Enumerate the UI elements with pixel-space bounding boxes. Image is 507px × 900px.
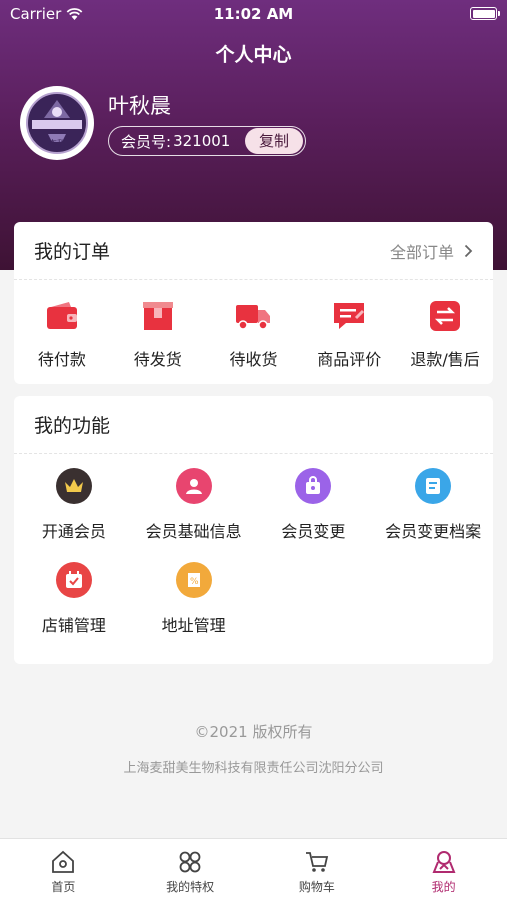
functions-header: 我的功能 bbox=[14, 396, 493, 454]
order-pending-payment[interactable]: 待付款 bbox=[14, 298, 110, 370]
func-address-management[interactable]: % 地址管理 bbox=[134, 562, 254, 636]
tab-mine[interactable]: 我的 bbox=[380, 839, 507, 900]
func-member-info[interactable]: 会员基础信息 bbox=[134, 468, 254, 542]
order-label: 待付款 bbox=[37, 350, 86, 369]
calendar-icon bbox=[55, 562, 92, 598]
func-label: 会员变更 bbox=[281, 522, 346, 541]
orders-card: 我的订单 全部订单 待付款 待发货 待收货 商品评价 退款/售后 bbox=[14, 222, 493, 384]
order-pending-shipment[interactable]: 待发货 bbox=[110, 298, 206, 370]
orders-header: 我的订单 全部订单 bbox=[14, 222, 493, 280]
copy-button[interactable]: 复制 bbox=[244, 128, 303, 154]
func-label: 店铺管理 bbox=[41, 616, 106, 635]
box-icon bbox=[140, 298, 176, 334]
svg-text:%: % bbox=[190, 577, 199, 587]
refund-icon bbox=[427, 298, 463, 334]
order-refund[interactable]: 退款/售后 bbox=[397, 298, 493, 370]
func-label: 会员基础信息 bbox=[145, 522, 242, 541]
review-icon bbox=[331, 298, 367, 334]
tab-home[interactable]: 首页 bbox=[0, 839, 127, 900]
page-title: 个人中心 bbox=[215, 44, 292, 66]
member-number-label: 会员号: bbox=[121, 132, 172, 151]
member-number-pill: 会员号: 321001 复制 bbox=[108, 126, 306, 156]
order-label: 商品评价 bbox=[317, 350, 382, 369]
func-member-archive[interactable]: 会员变更档案 bbox=[373, 468, 493, 542]
func-store-management[interactable]: 店铺管理 bbox=[14, 562, 134, 636]
tab-cart[interactable]: 购物车 bbox=[254, 839, 381, 900]
tab-label: 首页 bbox=[51, 880, 76, 894]
order-label: 待发货 bbox=[133, 350, 182, 369]
order-pending-receipt[interactable]: 待收货 bbox=[206, 298, 302, 370]
battery-icon bbox=[470, 7, 500, 20]
functions-title: 我的功能 bbox=[34, 415, 111, 437]
copyright-text: ©2021 版权所有 bbox=[194, 723, 313, 741]
order-review[interactable]: 商品评价 bbox=[301, 298, 397, 370]
status-bar: Carrier 11:02 AM bbox=[0, 0, 507, 28]
profile-section: 杏甜 叶秋晨 会员号: 321001 复制 bbox=[20, 86, 306, 160]
crown-icon bbox=[55, 468, 92, 504]
func-label: 开通会员 bbox=[41, 522, 106, 541]
member-change-icon bbox=[295, 468, 332, 504]
order-label: 待收货 bbox=[229, 350, 278, 369]
chevron-right-icon bbox=[464, 244, 473, 257]
archive-icon bbox=[415, 468, 452, 504]
avatar[interactable]: 杏甜 bbox=[20, 86, 94, 160]
wallet-icon bbox=[44, 298, 80, 334]
avatar-logo: 杏甜 bbox=[26, 92, 88, 154]
company-name: 上海麦甜美生物科技有限责任公司沈阳分公司 bbox=[123, 761, 384, 776]
orders-title: 我的订单 bbox=[34, 241, 111, 263]
order-label: 退款/售后 bbox=[410, 350, 480, 369]
func-label: 会员变更档案 bbox=[385, 522, 482, 541]
member-info-icon bbox=[175, 468, 212, 504]
tab-label: 购物车 bbox=[298, 880, 335, 894]
coupon-icon: % bbox=[175, 562, 212, 598]
status-time: 11:02 AM bbox=[213, 5, 294, 23]
user-icon bbox=[430, 848, 458, 876]
all-orders-link[interactable]: 全部订单 bbox=[390, 239, 473, 263]
member-number-value: 321001 bbox=[173, 132, 231, 150]
func-member-change[interactable]: 会员变更 bbox=[254, 468, 374, 542]
all-orders-label: 全部订单 bbox=[389, 242, 454, 262]
user-name: 叶秋晨 bbox=[108, 94, 171, 118]
tab-bar: 首页 我的特权 购物车 我的 bbox=[0, 838, 507, 900]
truck-icon bbox=[235, 298, 271, 334]
cart-icon bbox=[303, 848, 331, 876]
tab-privileges[interactable]: 我的特权 bbox=[127, 839, 254, 900]
functions-card: 我的功能 开通会员 会员基础信息 会员变更 会员变更档案 店铺管理 % 地址管理 bbox=[14, 396, 493, 664]
tab-label: 我的 bbox=[431, 880, 456, 894]
tab-label: 我的特权 bbox=[166, 880, 215, 894]
home-icon bbox=[49, 848, 77, 876]
avatar-text: 杏甜 bbox=[47, 140, 66, 150]
grid-icon bbox=[176, 848, 204, 876]
func-label: 地址管理 bbox=[161, 616, 226, 635]
func-open-membership[interactable]: 开通会员 bbox=[14, 468, 134, 542]
